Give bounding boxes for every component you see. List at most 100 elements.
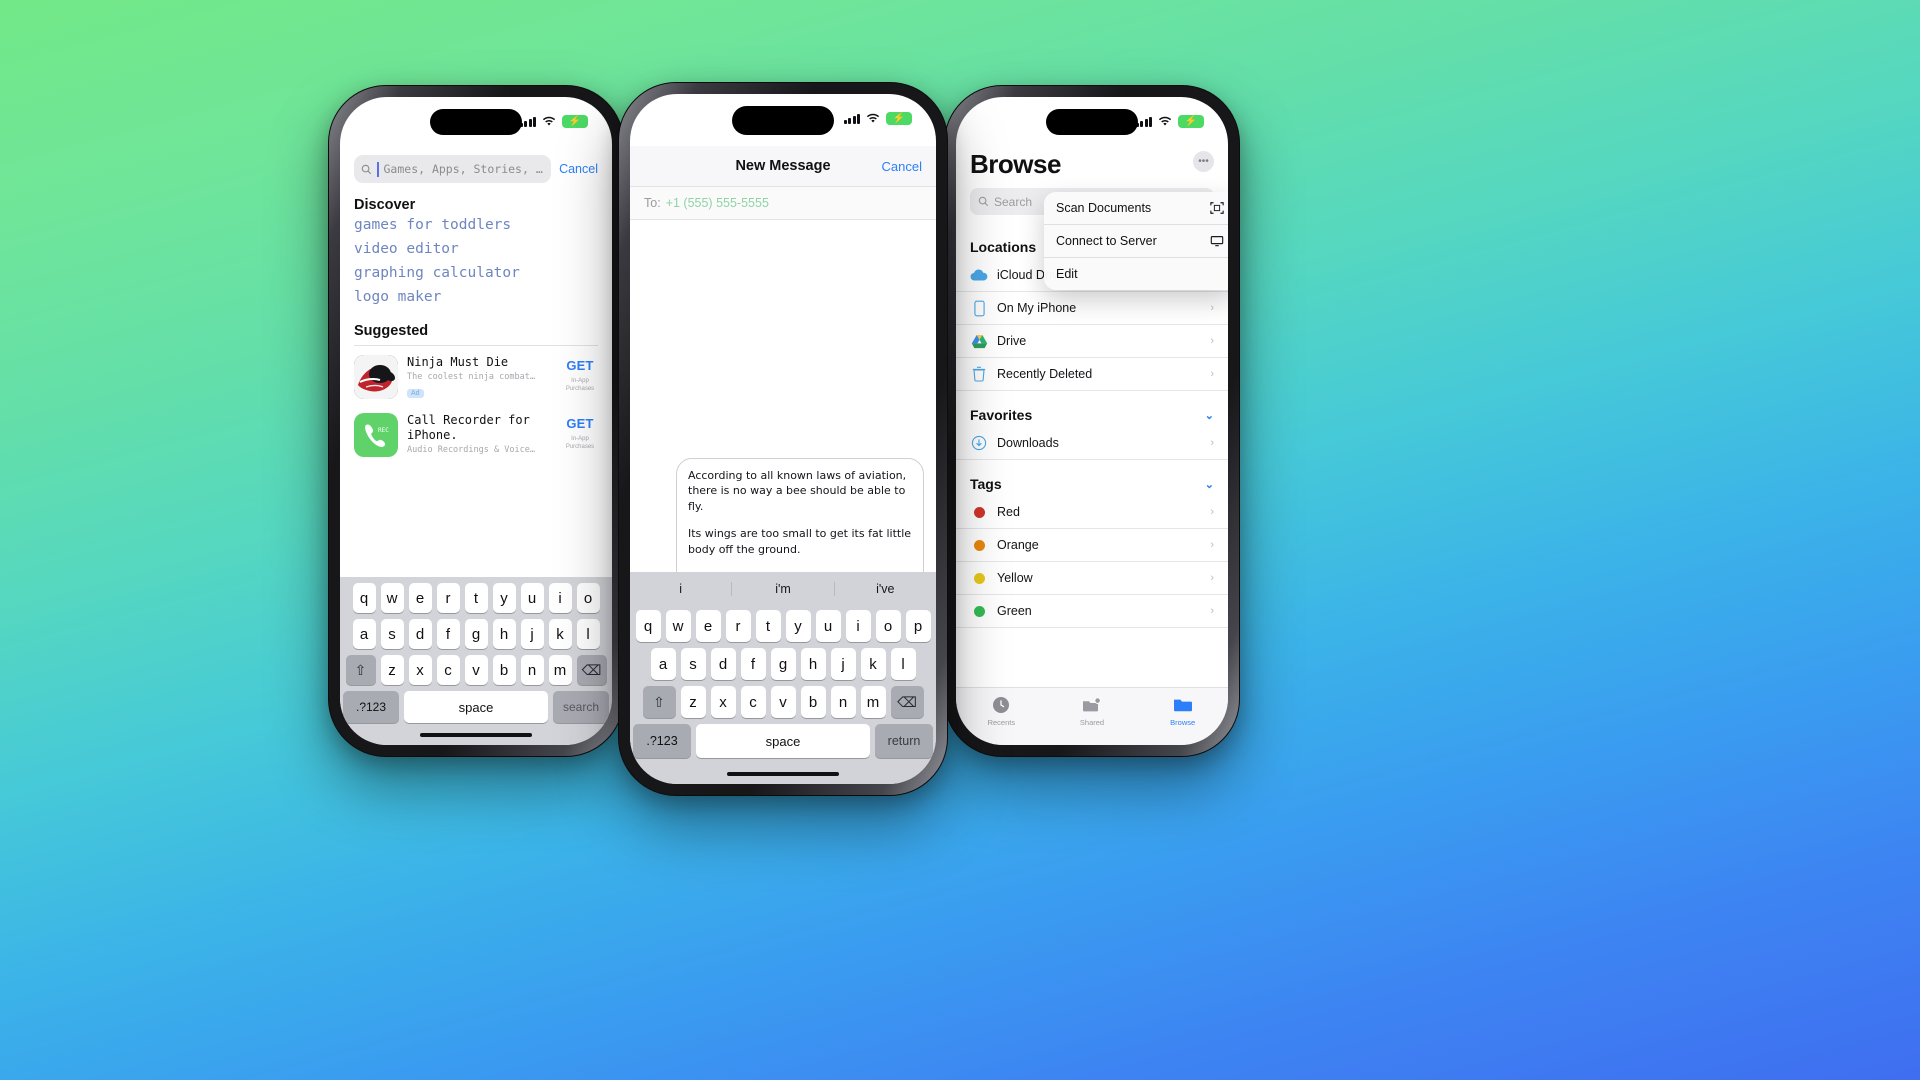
discover-term[interactable]: video editor (340, 237, 612, 261)
key-g[interactable]: g (464, 619, 488, 649)
chevron-down-icon[interactable]: ⌄ (1205, 409, 1214, 422)
key-a[interactable]: a (650, 648, 676, 680)
key-t[interactable]: t (464, 583, 488, 613)
list-item[interactable]: Downloads › (956, 427, 1228, 460)
discover-term[interactable]: games for toddlers (340, 213, 612, 237)
key-k[interactable]: k (548, 619, 572, 649)
tab-recents[interactable]: Recents (956, 695, 1047, 727)
key-g[interactable]: g (770, 648, 796, 680)
key-n[interactable]: n (830, 686, 856, 718)
key-l[interactable]: l (890, 648, 916, 680)
discover-term[interactable]: graphing calculator (340, 261, 612, 285)
key-l[interactable]: l (576, 619, 600, 649)
prediction-item[interactable]: i've (835, 582, 936, 596)
app-list-item[interactable]: Ninja Must Die The coolest ninja combat…… (340, 346, 612, 404)
discover-term[interactable]: logo maker (340, 285, 612, 309)
cancel-button[interactable]: Cancel (882, 159, 922, 174)
menu-item-connect-to-server[interactable]: Connect to Server (1044, 225, 1228, 258)
list-item[interactable]: Drive › (956, 325, 1228, 358)
key-d[interactable]: d (408, 619, 432, 649)
key-u[interactable]: u (520, 583, 544, 613)
recipient-field[interactable]: To: +1 (555) 555-5555 (630, 186, 936, 220)
key-y[interactable]: y (785, 610, 811, 642)
key-j[interactable]: j (830, 648, 856, 680)
key-r[interactable]: r (436, 583, 460, 613)
key-x[interactable]: x (408, 655, 432, 685)
shift-key[interactable]: ⇧ (345, 655, 376, 685)
get-button[interactable]: GET In-App Purchases (558, 355, 602, 393)
key-h[interactable]: h (492, 619, 516, 649)
list-item[interactable]: On My iPhone › (956, 292, 1228, 325)
key-j[interactable]: j (520, 619, 544, 649)
key-b[interactable]: b (800, 686, 826, 718)
key-c[interactable]: c (436, 655, 460, 685)
space-key[interactable]: space (404, 691, 548, 723)
key-k[interactable]: k (860, 648, 886, 680)
list-item[interactable]: Recently Deleted › (956, 358, 1228, 391)
key-i[interactable]: i (845, 610, 871, 642)
tab-shared[interactable]: Shared (1047, 695, 1138, 727)
key-o[interactable]: o (576, 583, 600, 613)
key-q[interactable]: q (352, 583, 376, 613)
key-h[interactable]: h (800, 648, 826, 680)
key-o[interactable]: o (875, 610, 901, 642)
key-f[interactable]: f (740, 648, 766, 680)
list-item[interactable]: Green › (956, 595, 1228, 628)
tab-browse[interactable]: Browse (1137, 695, 1228, 727)
key-v[interactable]: v (770, 686, 796, 718)
dynamic-island (430, 109, 522, 135)
key-i[interactable]: i (548, 583, 572, 613)
key-w[interactable]: w (380, 583, 404, 613)
key-p[interactable]: p (905, 610, 931, 642)
key-r[interactable]: r (725, 610, 751, 642)
ellipsis-circle-icon[interactable]: ••• (1193, 151, 1214, 172)
key-d[interactable]: d (710, 648, 736, 680)
list-item[interactable]: Yellow › (956, 562, 1228, 595)
key-m[interactable]: m (860, 686, 886, 718)
prediction-item[interactable]: i (630, 582, 733, 596)
backspace-key[interactable]: ⌫ (890, 686, 924, 718)
list-item[interactable]: Red › (956, 496, 1228, 529)
get-button[interactable]: GET In-App Purchases (558, 413, 602, 451)
key-n[interactable]: n (520, 655, 544, 685)
search-cancel-button[interactable]: Cancel (559, 162, 598, 176)
backspace-key[interactable]: ⌫ (576, 655, 607, 685)
key-a[interactable]: a (352, 619, 376, 649)
key-q[interactable]: q (635, 610, 661, 642)
menu-item-scan-documents[interactable]: Scan Documents (1044, 192, 1228, 225)
return-key[interactable]: return (875, 724, 933, 758)
app-meta: Ninja Must Die The coolest ninja combat…… (407, 355, 549, 400)
key-b[interactable]: b (492, 655, 516, 685)
section-header-tags[interactable]: Tags ⌄ (956, 460, 1228, 496)
key-y[interactable]: y (492, 583, 516, 613)
key-e[interactable]: e (408, 583, 432, 613)
key-e[interactable]: e (695, 610, 721, 642)
chevron-right-icon: › (1210, 572, 1214, 584)
key-v[interactable]: v (464, 655, 488, 685)
key-x[interactable]: x (710, 686, 736, 718)
key-c[interactable]: c (740, 686, 766, 718)
wallpaper-stage: ⚡ Games, Apps, Stories, … Cancel Discove… (0, 0, 1920, 1080)
key-z[interactable]: z (380, 655, 404, 685)
key-u[interactable]: u (815, 610, 841, 642)
numbers-key[interactable]: .?123 (343, 691, 399, 723)
space-key[interactable]: space (696, 724, 870, 758)
key-z[interactable]: z (680, 686, 706, 718)
key-s[interactable]: s (380, 619, 404, 649)
app-list-item[interactable]: REC Call Recorder for iPhone. Audio Reco… (340, 404, 612, 461)
key-w[interactable]: w (665, 610, 691, 642)
section-header-favorites[interactable]: Favorites ⌄ (956, 391, 1228, 427)
app-subtitle: The coolest ninja combat… (407, 372, 535, 382)
key-f[interactable]: f (436, 619, 460, 649)
search-key[interactable]: search (553, 691, 609, 723)
chevron-down-icon[interactable]: ⌄ (1205, 478, 1214, 491)
numbers-key[interactable]: .?123 (633, 724, 691, 758)
list-item[interactable]: Orange › (956, 529, 1228, 562)
key-t[interactable]: t (755, 610, 781, 642)
shift-key[interactable]: ⇧ (642, 686, 676, 718)
key-s[interactable]: s (680, 648, 706, 680)
search-input[interactable]: Games, Apps, Stories, … (354, 155, 552, 183)
menu-item-edit[interactable]: Edit (1044, 258, 1228, 290)
prediction-item[interactable]: i'm (732, 582, 835, 596)
key-m[interactable]: m (548, 655, 572, 685)
